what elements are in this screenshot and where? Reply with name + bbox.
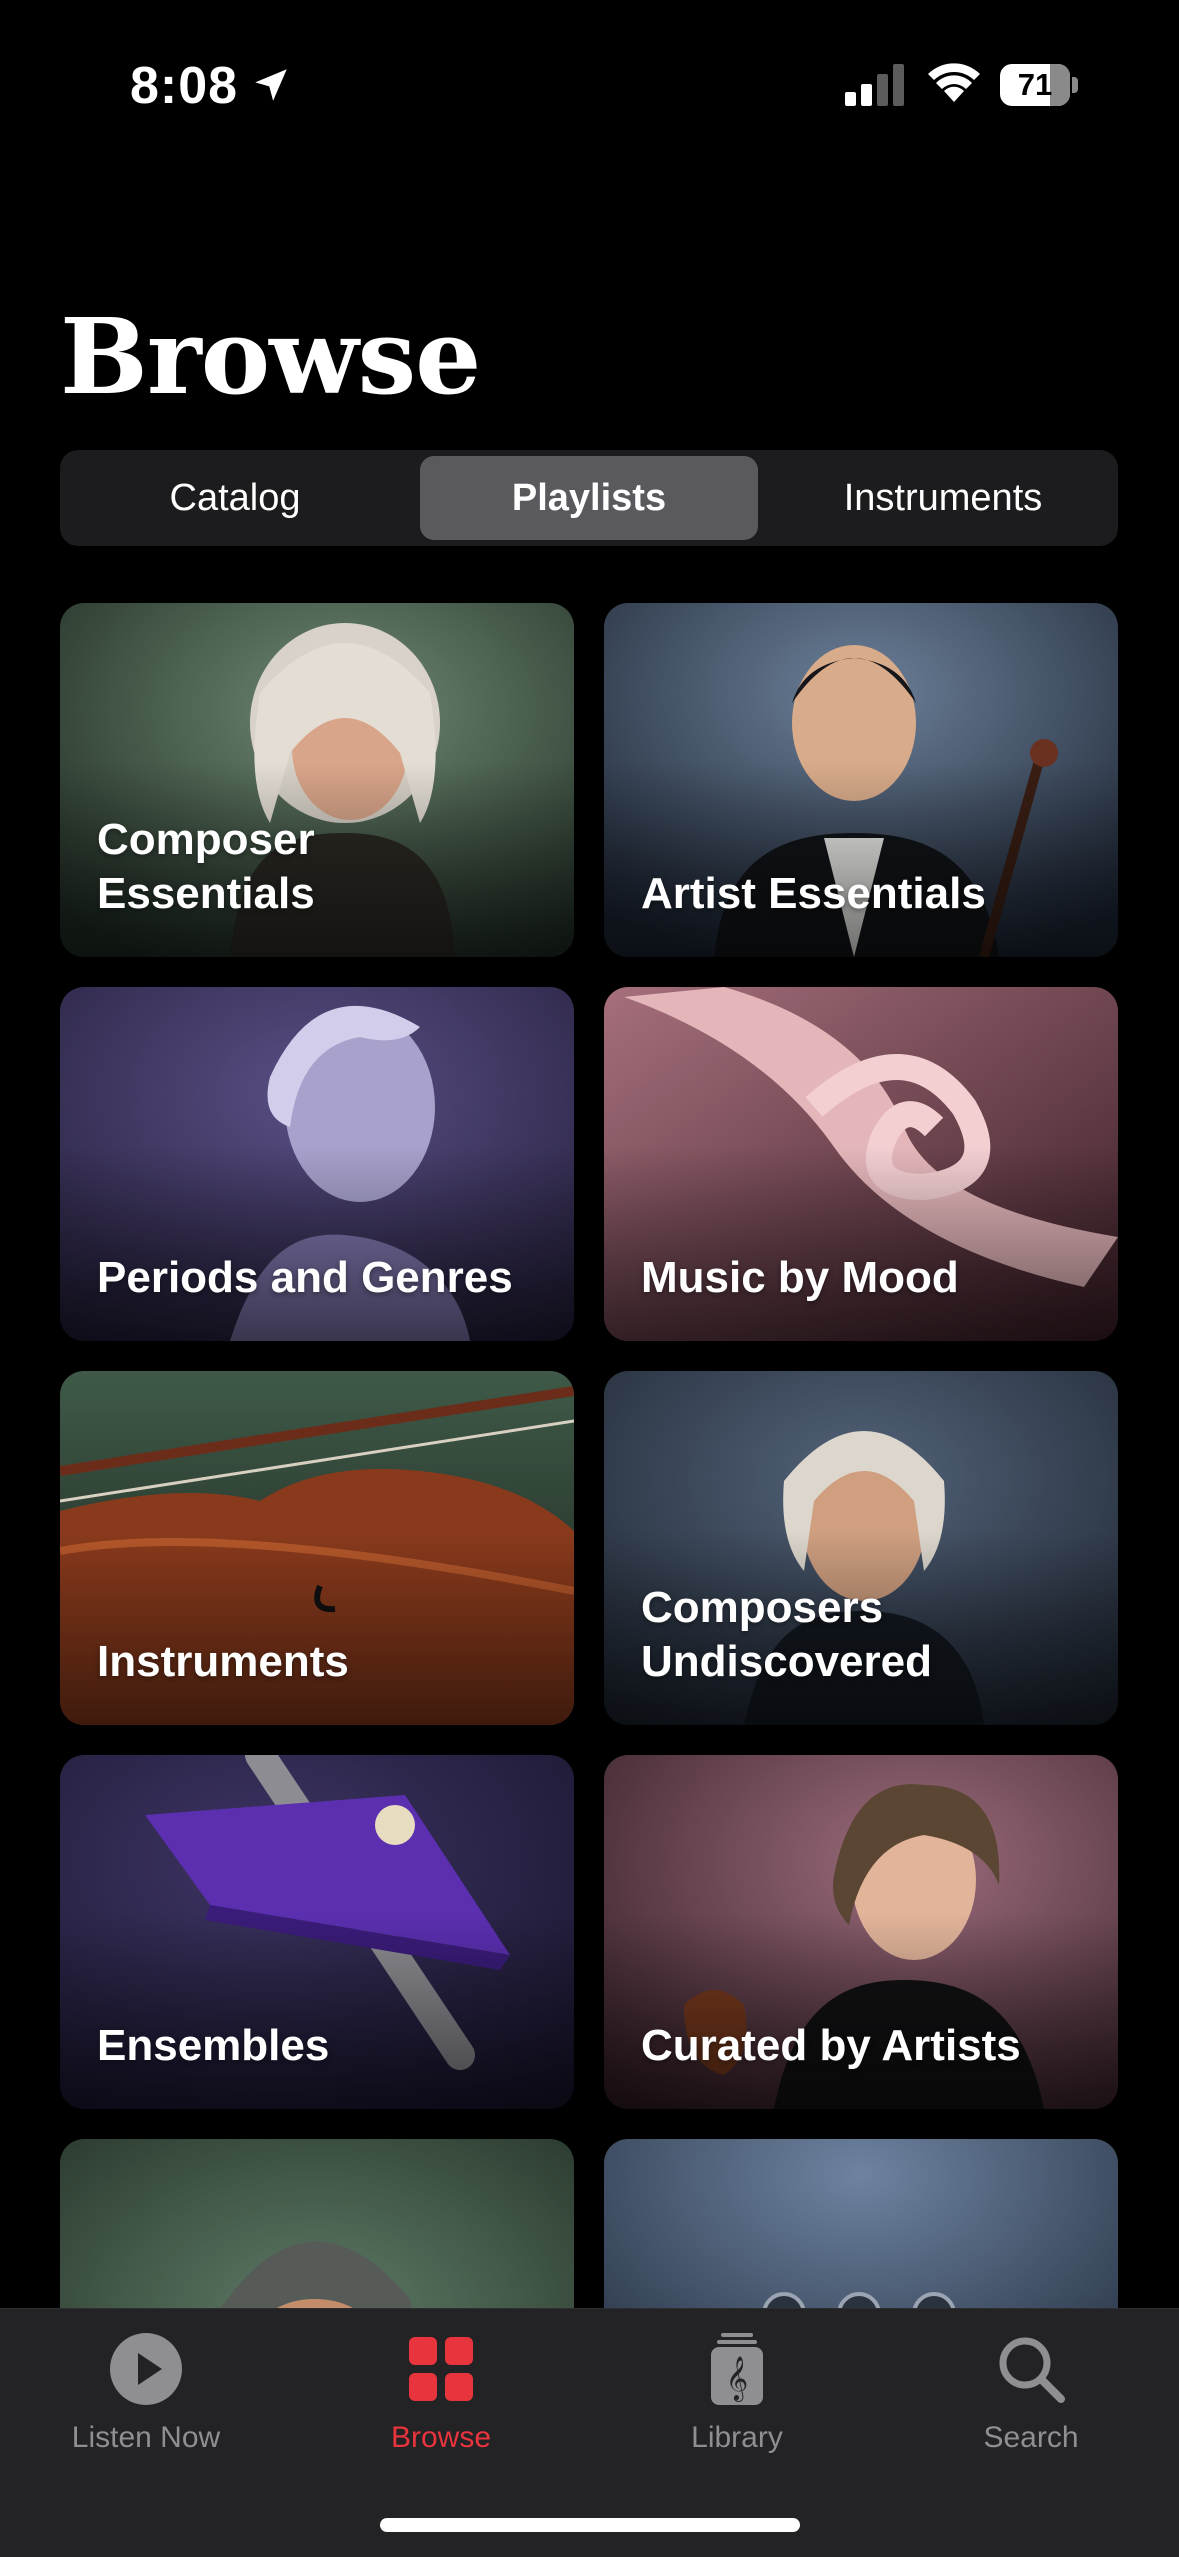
segmented-control: Catalog Playlists Instruments <box>60 450 1118 546</box>
tile-label: Instruments <box>97 1637 349 1686</box>
play-circle-icon <box>110 2333 182 2405</box>
tile-label: Curated by Artists <box>641 2021 1021 2070</box>
tile-label: Periods and Genres <box>97 1253 513 1302</box>
status-bar: 8:08 71 <box>0 0 1179 160</box>
tile-music-by-mood[interactable]: Music by Mood <box>604 987 1118 1341</box>
tab-label: Search <box>983 2421 1079 2454</box>
grid-icon <box>409 2337 473 2401</box>
tile-ensembles[interactable]: Ensembles <box>60 1755 574 2109</box>
tile-instruments[interactable]: Instruments <box>60 1371 574 1725</box>
tab-label: Library <box>691 2421 783 2454</box>
tab-label: Browse <box>390 2421 492 2454</box>
search-icon <box>999 2337 1065 2403</box>
segment-instruments[interactable]: Instruments <box>774 456 1112 540</box>
tile-composer-essentials[interactable]: Composer Essentials <box>60 603 574 957</box>
tab-label: Listen Now <box>71 2421 221 2454</box>
tile-label: Artist Essentials <box>641 869 986 918</box>
cellular-signal-icon <box>845 64 904 106</box>
segment-catalog[interactable]: Catalog <box>66 456 404 540</box>
tile-label: Ensembles <box>97 2021 330 2070</box>
tile-label: Music by Mood <box>641 1253 959 1302</box>
tab-browse[interactable]: Browse <box>311 2329 571 2489</box>
status-time: 8:08 <box>130 57 239 115</box>
segment-playlists[interactable]: Playlists <box>420 456 758 540</box>
home-indicator <box>380 2518 800 2532</box>
battery-percent: 71 <box>1017 67 1053 102</box>
tab-library[interactable]: 𝄞 Library <box>607 2329 867 2489</box>
page-title: Browse <box>60 295 481 418</box>
tile-label: Composer Essentials <box>97 815 315 918</box>
svg-text:𝄞: 𝄞 <box>726 2356 748 2402</box>
location-arrow-icon <box>255 69 287 101</box>
tab-listen-now[interactable]: Listen Now <box>16 2329 276 2489</box>
tile-composers-undiscovered[interactable]: Composers Undiscovered <box>604 1371 1118 1725</box>
tile-periods-and-genres[interactable]: Periods and Genres <box>60 987 574 1341</box>
battery-indicator: 71 <box>1000 64 1078 106</box>
tile-artist-essentials[interactable]: Artist Essentials <box>604 603 1118 957</box>
tile-curated-by-artists[interactable]: Curated by Artists <box>604 1755 1118 2109</box>
wifi-icon <box>928 63 980 102</box>
tile-label: Composers Undiscovered <box>641 1583 932 1686</box>
tab-search[interactable]: Search <box>901 2329 1161 2489</box>
library-icon: 𝄞 <box>711 2333 763 2405</box>
